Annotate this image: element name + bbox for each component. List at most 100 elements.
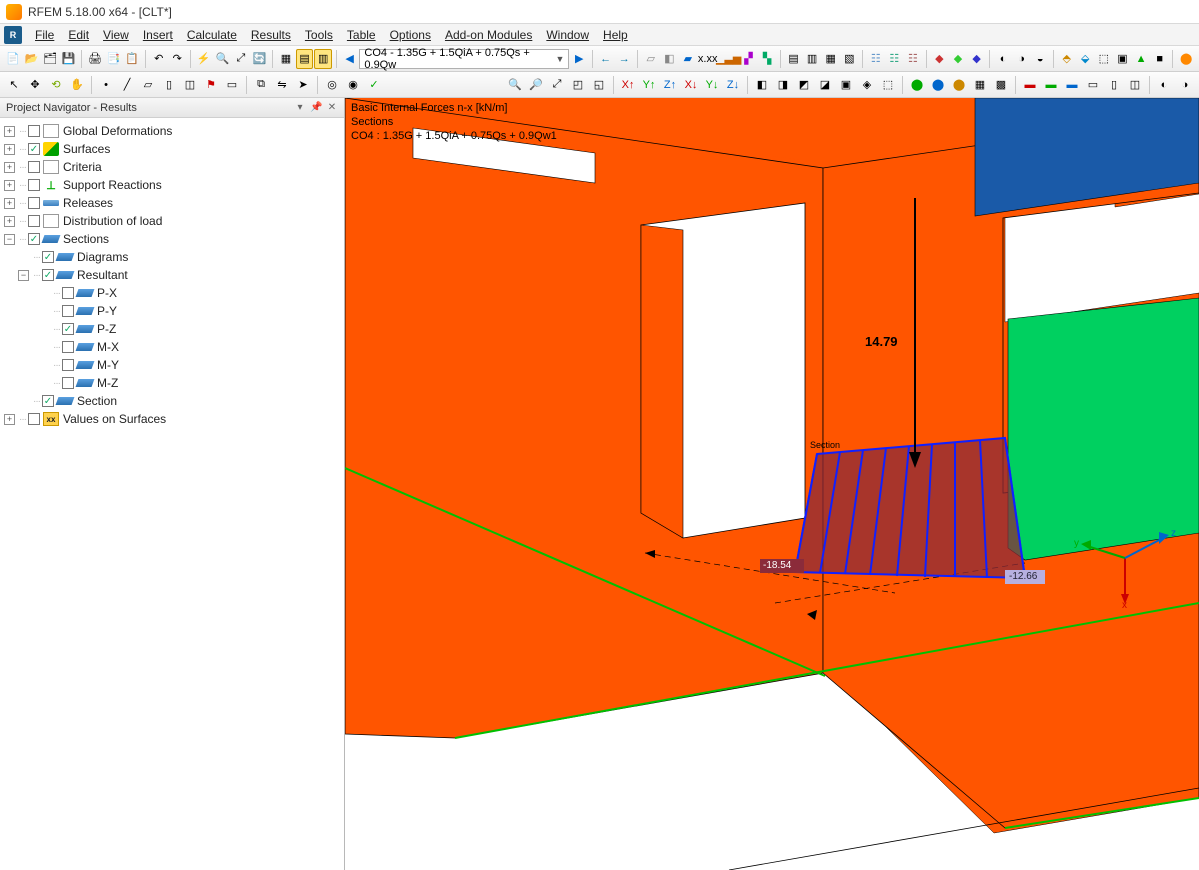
tool-disp1-icon[interactable]: ☷ xyxy=(867,49,885,69)
loadcase-combo[interactable]: CO4 - 1.35G + 1.5QiA + 0.75Qs + 0.9Qw ▼ xyxy=(359,49,569,69)
tool2-end2-icon[interactable]: ◑ xyxy=(1175,75,1195,95)
model-viewport[interactable]: Basic Internal Forces n-x [kN/m] Section… xyxy=(345,98,1199,870)
tool-report-icon[interactable]: 📑 xyxy=(105,49,123,69)
checkbox[interactable]: ✓ xyxy=(42,395,54,407)
navigator-header[interactable]: Project Navigator - Results ▾ 📌 ✕ xyxy=(0,98,344,118)
tool2-vis3-icon[interactable]: ✓ xyxy=(364,75,384,95)
tree-label[interactable]: Diagrams xyxy=(77,250,128,264)
tool-ex7-icon[interactable]: ⬤ xyxy=(1177,49,1195,69)
tool-disp3-icon[interactable]: ☷ xyxy=(904,49,922,69)
tool2-col5-icon[interactable]: ▩ xyxy=(991,75,1011,95)
tree-label[interactable]: P-Z xyxy=(97,322,116,336)
checkbox[interactable]: ✓ xyxy=(62,323,74,335)
expander-icon[interactable]: − xyxy=(4,234,15,245)
expander-icon[interactable]: + xyxy=(4,126,15,137)
tool2-flag-icon[interactable]: ⚑ xyxy=(201,75,221,95)
tool-mz-icon[interactable]: ◒ xyxy=(1031,49,1049,69)
tool-grid-icon[interactable]: ▦ xyxy=(277,49,295,69)
tool-res3-icon[interactable]: ▤ xyxy=(785,49,803,69)
tool-res5-icon[interactable]: ▦ xyxy=(822,49,840,69)
tool-nav-right-icon[interactable]: → xyxy=(615,49,633,69)
tree-label[interactable]: M-Y xyxy=(97,358,119,372)
tree-label[interactable]: Support Reactions xyxy=(63,178,162,192)
tool2-v1-icon[interactable]: ◧ xyxy=(752,75,772,95)
checkbox[interactable] xyxy=(62,377,74,389)
tool2-azn-icon[interactable]: Z↓ xyxy=(723,75,743,95)
tool2-r5-icon[interactable]: ◱ xyxy=(589,75,609,95)
tree-label[interactable]: Distribution of load xyxy=(63,214,162,228)
expander-icon[interactable]: − xyxy=(18,270,29,281)
checkbox[interactable]: ✓ xyxy=(42,269,54,281)
tool2-v3-icon[interactable]: ◩ xyxy=(794,75,814,95)
menu-file[interactable]: File xyxy=(28,28,61,42)
tool2-az-icon[interactable]: Z↑ xyxy=(660,75,680,95)
tool2-solid-icon[interactable]: ▯ xyxy=(159,75,179,95)
menu-insert[interactable]: Insert xyxy=(136,28,180,42)
checkbox[interactable] xyxy=(28,215,40,227)
tool-res1-icon[interactable]: ▞ xyxy=(740,49,758,69)
tool-mx-icon[interactable]: ◐ xyxy=(994,49,1012,69)
expander-icon[interactable]: + xyxy=(4,414,15,425)
menu-table[interactable]: Table xyxy=(340,28,383,42)
tool2-ay-icon[interactable]: Y↑ xyxy=(639,75,659,95)
tool-next-lc-icon[interactable]: ▶ xyxy=(570,49,588,69)
tree-label[interactable]: Criteria xyxy=(63,160,102,174)
navigator-close-icon[interactable]: ✕ xyxy=(326,102,338,114)
tool-undo-icon[interactable]: ↶ xyxy=(150,49,168,69)
menu-help[interactable]: Help xyxy=(596,28,635,42)
tool-nav-left-icon[interactable]: ← xyxy=(597,49,615,69)
tree-label[interactable]: Surfaces xyxy=(63,142,110,156)
checkbox[interactable] xyxy=(28,197,40,209)
tool-res6-icon[interactable]: ▧ xyxy=(841,49,859,69)
tree-label[interactable]: Values on Surfaces xyxy=(63,412,166,426)
checkbox[interactable] xyxy=(62,287,74,299)
tool-table-icon[interactable]: ▤ xyxy=(296,49,314,69)
tool-ex3-icon[interactable]: ⬚ xyxy=(1095,49,1113,69)
navigator-dropdown-icon[interactable]: ▾ xyxy=(294,102,306,114)
menu-options[interactable]: Options xyxy=(383,28,438,42)
tool2-vis2-icon[interactable]: ◉ xyxy=(343,75,363,95)
checkbox[interactable] xyxy=(62,359,74,371)
tool2-col2-icon[interactable]: ⬤ xyxy=(928,75,948,95)
tool2-sel-icon[interactable]: ◫ xyxy=(180,75,200,95)
tool2-node-icon[interactable]: • xyxy=(96,75,116,95)
menu-view[interactable]: View xyxy=(96,28,136,42)
tool-open-icon[interactable]: 📂 xyxy=(23,49,41,69)
tool2-arrow-icon[interactable]: ➤ xyxy=(293,75,313,95)
tool2-ax-icon[interactable]: X↑ xyxy=(618,75,638,95)
menu-calculate[interactable]: Calculate xyxy=(180,28,244,42)
tool2-pan-icon[interactable]: ✋ xyxy=(67,75,87,95)
tool-save-icon[interactable]: 💾 xyxy=(60,49,78,69)
menu-window[interactable]: Window xyxy=(539,28,596,42)
tool2-v2-icon[interactable]: ◨ xyxy=(773,75,793,95)
tool-zoom-icon[interactable]: 🔍 xyxy=(214,49,232,69)
expander-icon[interactable]: + xyxy=(4,144,15,155)
tool-my-icon[interactable]: ◑ xyxy=(1013,49,1031,69)
tool2-col1-icon[interactable]: ⬤ xyxy=(907,75,927,95)
tool-calc-icon[interactable]: ⚡ xyxy=(195,49,213,69)
tool-res4-icon[interactable]: ▥ xyxy=(803,49,821,69)
checkbox[interactable] xyxy=(28,179,40,191)
tool-plot-icon[interactable]: ▁▃▅ xyxy=(719,49,739,69)
tool2-edit-icon[interactable]: ▭ xyxy=(222,75,242,95)
tool-ex2-icon[interactable]: ⬙ xyxy=(1076,49,1094,69)
menu-addon[interactable]: Add-on Modules xyxy=(438,28,539,42)
tree-label[interactable]: P-X xyxy=(97,286,117,300)
tool-refresh-icon[interactable]: 🔄 xyxy=(251,49,269,69)
tool-ex6-icon[interactable]: ■ xyxy=(1151,49,1169,69)
tree-label[interactable]: M-X xyxy=(97,340,119,354)
tool2-move-icon[interactable]: ✥ xyxy=(25,75,45,95)
tool-res2-icon[interactable]: ▚ xyxy=(758,49,776,69)
tool-fy-icon[interactable]: ◆ xyxy=(949,49,967,69)
tool-dims-icon[interactable]: x.xx xyxy=(698,49,718,69)
tool-disp2-icon[interactable]: ☷ xyxy=(886,49,904,69)
checkbox[interactable] xyxy=(28,125,40,137)
tool2-line-icon[interactable]: ╱ xyxy=(117,75,137,95)
tool-print-icon[interactable]: 🖨 xyxy=(86,49,104,69)
tree-label[interactable]: M-Z xyxy=(97,376,118,390)
tool2-v6-icon[interactable]: ◈ xyxy=(857,75,877,95)
expander-icon[interactable]: + xyxy=(4,162,15,173)
tool-ex5-icon[interactable]: ▲ xyxy=(1132,49,1150,69)
checkbox[interactable] xyxy=(28,161,40,173)
checkbox[interactable]: ✓ xyxy=(42,251,54,263)
